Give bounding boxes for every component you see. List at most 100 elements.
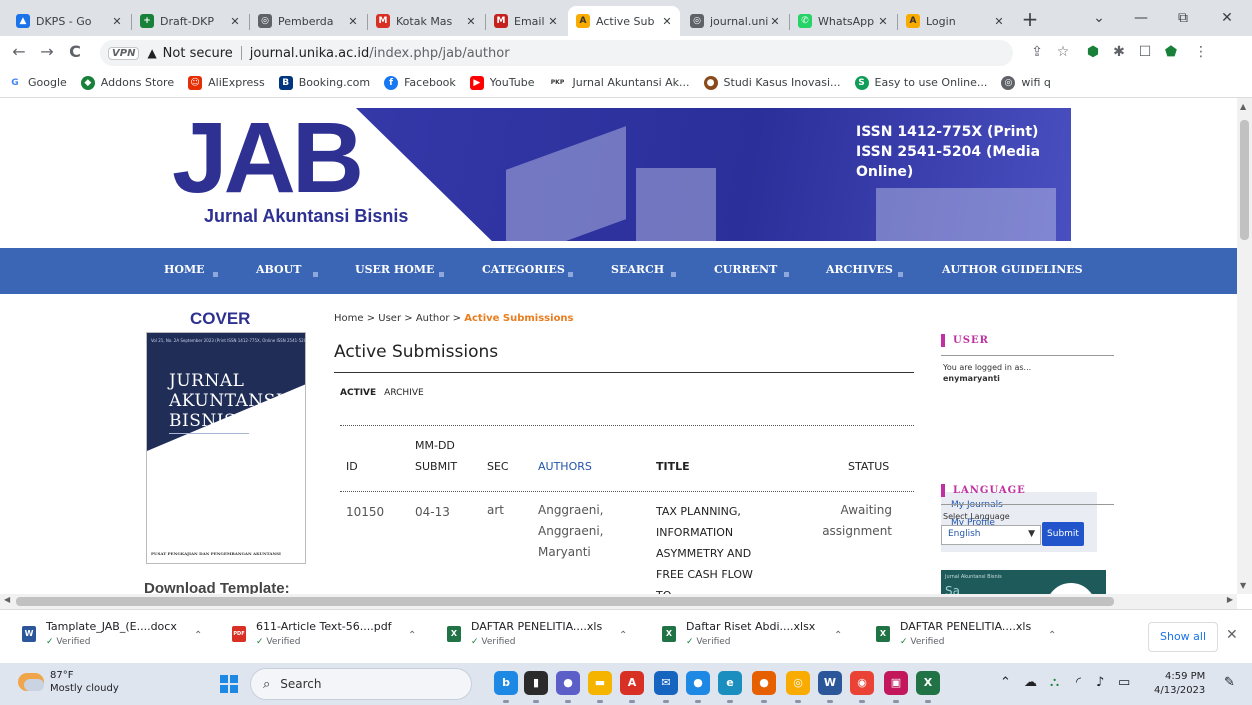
scroll-up-arrow-icon[interactable]: ▲: [1240, 102, 1246, 111]
scroll-right-arrow-icon[interactable]: ▶: [1227, 595, 1233, 604]
security-status[interactable]: Not secure: [163, 46, 233, 61]
breadcrumb-home[interactable]: Home: [334, 313, 364, 324]
download-item[interactable]: X DAFTAR PENELITIA....xls ✓ Verified ⌃: [447, 618, 637, 656]
chevron-up-icon[interactable]: ⌃: [194, 630, 202, 641]
mail-icon[interactable]: ✉: [654, 671, 678, 695]
horizontal-scroll-thumb[interactable]: [16, 597, 1114, 606]
nav-archives[interactable]: ARCHIVES: [826, 263, 893, 276]
chevron-up-icon[interactable]: ⌃: [1048, 630, 1056, 641]
tab-login[interactable]: A Login ✕: [898, 6, 1012, 36]
bookmark-aliexpress[interactable]: ☺ AliExpress: [188, 75, 265, 90]
extensions-puzzle-icon[interactable]: ✱: [1108, 41, 1130, 63]
close-tab-icon[interactable]: ✕: [992, 15, 1006, 28]
nav-search[interactable]: SEARCH: [611, 263, 664, 276]
maps-icon[interactable]: ◉: [850, 671, 874, 695]
language-select[interactable]: English ▼: [941, 525, 1041, 545]
firefox-icon[interactable]: ●: [752, 671, 776, 695]
close-download-bar-icon[interactable]: ✕: [1226, 627, 1238, 643]
title-line[interactable]: INFORMATION: [656, 522, 753, 543]
close-tab-icon[interactable]: ✕: [346, 15, 360, 28]
close-tab-icon[interactable]: ✕: [660, 15, 674, 28]
bookmark-youtube[interactable]: ▶ YouTube: [469, 75, 535, 90]
wifi-icon[interactable]: ◜: [1076, 675, 1081, 690]
close-tab-icon[interactable]: ✕: [464, 15, 478, 28]
chrome-menu-icon[interactable]: ⋮: [1190, 41, 1212, 63]
tab-search-dropdown-icon[interactable]: ⌄: [1082, 6, 1116, 30]
weather-widget[interactable]: 87°F Mostly cloudy: [18, 669, 119, 695]
back-button[interactable]: ←: [8, 41, 30, 63]
bookmark-facebook[interactable]: f Facebook: [384, 75, 456, 90]
download-item[interactable]: W Tamplate_JAB_(E....docx ✓ Verified ⌃: [22, 618, 212, 656]
chevron-up-icon[interactable]: ⌃: [408, 630, 416, 641]
new-tab-button[interactable]: +: [1017, 8, 1043, 32]
title-line[interactable]: FREE CASH FLOW: [656, 564, 753, 585]
vertical-scroll-thumb[interactable]: [1240, 120, 1249, 240]
bookmark-wifi-q[interactable]: ◎ wifi q: [1001, 75, 1051, 90]
bookmark-google[interactable]: G Google: [8, 75, 67, 90]
close-window-button[interactable]: ✕: [1210, 6, 1244, 30]
show-hidden-icons-chevron-icon[interactable]: ⌃: [1000, 675, 1011, 690]
tab-whatsapp[interactable]: ✆ WhatsApp ✕: [790, 6, 896, 36]
breadcrumb-current[interactable]: Active Submissions: [464, 313, 573, 324]
tab-draft-dkp[interactable]: + Draft-DKP ✕: [132, 6, 248, 36]
chevron-up-icon[interactable]: ⌃: [834, 630, 842, 641]
journal-logo[interactable]: JAB: [172, 108, 364, 208]
nav-about[interactable]: ABOUT: [256, 263, 301, 276]
breadcrumb-user[interactable]: User: [378, 313, 401, 324]
reload-button[interactable]: C: [64, 41, 86, 63]
edge-icon[interactable]: e: [718, 671, 742, 695]
scroll-down-arrow-icon[interactable]: ▼: [1240, 581, 1246, 590]
submission-title-link[interactable]: TAX PLANNING, INFORMATION ASYMMETRY AND …: [656, 501, 753, 594]
taskbar-search[interactable]: ⌕ Search: [250, 668, 472, 700]
title-line[interactable]: ASYMMETRY AND: [656, 543, 753, 564]
share-icon[interactable]: ⇪: [1026, 41, 1048, 63]
subtab-active[interactable]: ACTIVE: [340, 388, 376, 398]
breadcrumb-author[interactable]: Author: [416, 313, 450, 324]
language-submit-button[interactable]: Submit: [1042, 522, 1084, 546]
journal-cover-image[interactable]: Vol 21, No. 2A September 2023 (Print ISS…: [146, 332, 306, 564]
horizontal-scrollbar[interactable]: ◀ ▶: [0, 594, 1237, 609]
profile-shield-icon[interactable]: ⬟: [1160, 41, 1182, 63]
bookmark-jurnal-akuntansi[interactable]: PKP Jurnal Akuntansi Ak...: [548, 75, 690, 90]
title-line[interactable]: TAX PLANNING,: [656, 501, 753, 522]
col-header-title[interactable]: TITLE: [656, 457, 690, 477]
scroll-left-arrow-icon[interactable]: ◀: [4, 595, 10, 604]
tab-pemberda[interactable]: ◎ Pemberda ✕: [250, 6, 366, 36]
bookmark-booking[interactable]: B Booking.com: [278, 75, 370, 90]
notification-center-icon[interactable]: ✎: [1224, 675, 1235, 690]
tab-email-um[interactable]: M Email [UM ✕: [486, 6, 566, 36]
tab-journal-unika[interactable]: ◎ journal.uni ✕: [682, 6, 788, 36]
title-line[interactable]: TO...: [656, 585, 753, 594]
google-drive-sync-icon[interactable]: ⛬: [1050, 675, 1059, 690]
speaker-icon[interactable]: ♪: [1096, 675, 1104, 690]
warning-icon[interactable]: ▲: [147, 46, 156, 60]
nav-author-guidelines[interactable]: AUTHOR GUIDELINES: [942, 263, 1083, 276]
close-tab-icon[interactable]: ✕: [546, 15, 560, 28]
download-item[interactable]: X DAFTAR PENELITIA....xls ✓ Verified ⌃: [876, 618, 1066, 656]
photos-icon[interactable]: ▣: [884, 671, 908, 695]
bookmark-easy-online[interactable]: S Easy to use Online...: [854, 75, 987, 90]
col-header-authors[interactable]: AUTHORS: [538, 457, 592, 477]
word-icon[interactable]: W: [818, 671, 842, 695]
show-all-downloads-button[interactable]: Show all: [1148, 622, 1218, 652]
journal-thumbnail[interactable]: Jurnal Akuntansi Bisnis Sa: [941, 570, 1106, 594]
bookmark-addons-store[interactable]: ◆ Addons Store: [80, 75, 174, 90]
file-explorer-icon[interactable]: ▬: [588, 671, 612, 695]
acrobat-icon[interactable]: A: [620, 671, 644, 695]
bing-icon[interactable]: b: [494, 671, 518, 695]
nav-current[interactable]: CURRENT: [714, 263, 777, 276]
forward-button[interactable]: →: [36, 41, 58, 63]
tab-kotak-masuk[interactable]: M Kotak Mas ✕: [368, 6, 484, 36]
close-tab-icon[interactable]: ✕: [228, 15, 242, 28]
vertical-scrollbar[interactable]: ▲ ▼: [1237, 98, 1252, 594]
close-tab-icon[interactable]: ✕: [768, 15, 782, 28]
close-tab-icon[interactable]: ✕: [110, 15, 124, 28]
nav-categories[interactable]: CATEGORIES: [482, 263, 565, 276]
bookmark-star-icon[interactable]: ☆: [1052, 41, 1074, 63]
address-bar[interactable]: VPN ▲ Not secure journal.unika.ac.id /in…: [100, 40, 1013, 66]
chat-icon[interactable]: ●: [556, 671, 580, 695]
settings-icon[interactable]: ●: [686, 671, 710, 695]
subtab-archive[interactable]: ARCHIVE: [384, 388, 424, 398]
extension-shield-icon[interactable]: ⬢: [1082, 41, 1104, 63]
nav-home[interactable]: HOME: [164, 263, 205, 276]
